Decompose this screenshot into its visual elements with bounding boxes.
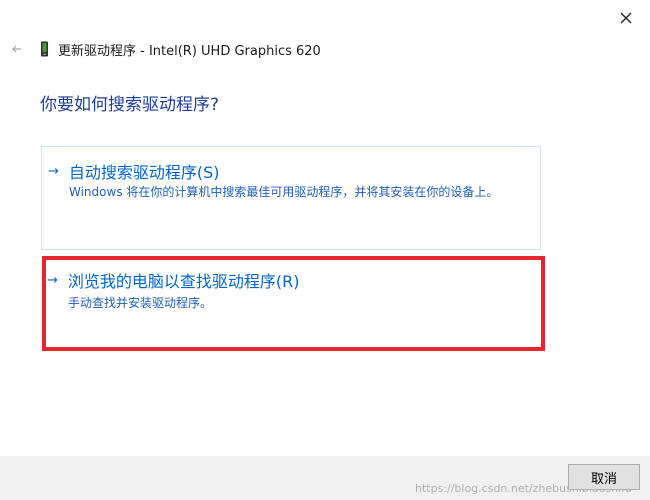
browse-title-row: → 浏览我的电脑以查找驱动程序(R) (47, 268, 300, 292)
auto-search-title-row: → 自动搜索驱动程序(S) (48, 159, 220, 183)
auto-search-description: Windows 将在你的计算机中搜索最佳可用驱动程序，并将其安装在你的设备上。 (69, 185, 499, 199)
update-driver-dialog: 更新驱动程序 - Intel(R) UHD Graphics 620 你要如何搜… (0, 0, 650, 500)
browse-title: 浏览我的电脑以查找驱动程序(R) (67, 272, 300, 291)
dialog-footer: https://blog.csdn.net/zhebushibiaoshifu … (0, 456, 650, 500)
auto-search-title: 自动搜索驱动程序(S) (68, 163, 220, 182)
arrow-right-icon: → (48, 163, 59, 179)
arrow-right-icon: → (47, 272, 58, 288)
close-button[interactable] (614, 6, 638, 30)
back-button[interactable] (8, 39, 26, 59)
graphics-device-icon (40, 41, 50, 57)
cancel-button[interactable]: 取消 (568, 464, 640, 490)
browse-description: 手动查找并安装驱动程序。 (68, 296, 213, 310)
auto-search-option[interactable]: → 自动搜索驱动程序(S) Windows 将在你的计算机中搜索最佳可用驱动程序… (41, 146, 541, 250)
page-heading: 你要如何搜索驱动程序? (40, 95, 220, 115)
browse-computer-option[interactable]: → 浏览我的电脑以查找驱动程序(R) 手动查找并安装驱动程序。 (41, 256, 541, 350)
back-arrow-icon (12, 45, 21, 53)
title-bar: 更新驱动程序 - Intel(R) UHD Graphics 620 (8, 38, 321, 60)
close-icon (620, 12, 632, 24)
dialog-title: 更新驱动程序 - Intel(R) UHD Graphics 620 (58, 43, 321, 59)
